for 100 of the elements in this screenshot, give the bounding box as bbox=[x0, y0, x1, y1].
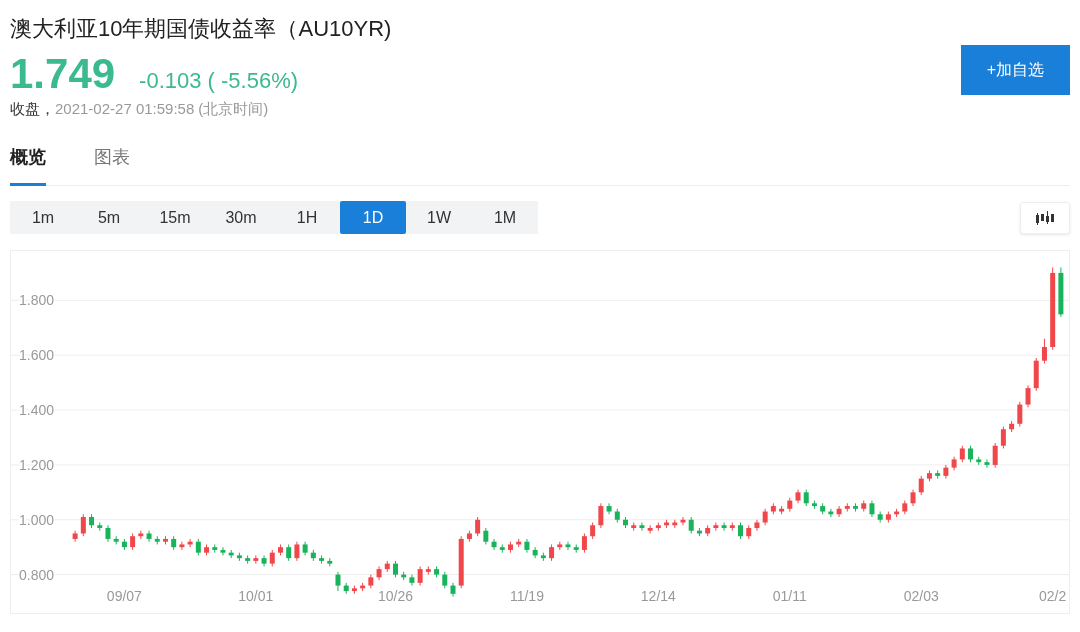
candlestick bbox=[162, 535, 168, 545]
page-title: 澳大利亚10年期国债收益率（AU10YR) bbox=[10, 15, 392, 43]
candlestick bbox=[80, 513, 86, 537]
candlestick bbox=[425, 565, 431, 576]
candlestick bbox=[458, 535, 464, 589]
candlestick bbox=[236, 552, 242, 562]
candlestick bbox=[680, 516, 686, 526]
price: 1.749 bbox=[10, 50, 116, 98]
candlestick bbox=[343, 582, 349, 595]
axis-label: 02/03 bbox=[903, 588, 939, 604]
candlestick bbox=[466, 530, 472, 543]
candlestick bbox=[401, 571, 407, 581]
candlestick bbox=[269, 549, 275, 567]
candlestick bbox=[902, 500, 908, 515]
candlestick bbox=[294, 541, 300, 562]
period-button[interactable]: 15m bbox=[142, 201, 208, 234]
candlestick bbox=[89, 513, 95, 529]
candlestick bbox=[557, 541, 563, 551]
candlestick bbox=[631, 522, 637, 532]
candlestick bbox=[434, 565, 440, 578]
axis-label: 02/2 bbox=[1039, 588, 1067, 604]
candlestick bbox=[721, 522, 727, 532]
candlestick bbox=[195, 538, 201, 556]
candlestick bbox=[409, 574, 415, 587]
candlestick bbox=[204, 543, 210, 556]
tab[interactable]: 图表 bbox=[94, 139, 130, 186]
candlestick bbox=[959, 445, 965, 463]
candlestick bbox=[639, 522, 645, 532]
candlestick bbox=[549, 543, 555, 562]
candlestick bbox=[212, 543, 218, 554]
axis-label: 1.400 bbox=[19, 402, 55, 419]
candlestick bbox=[647, 524, 653, 534]
candlestick bbox=[787, 497, 793, 513]
candlestick bbox=[368, 574, 374, 589]
status-label: 收盘， bbox=[10, 100, 55, 119]
candlestick bbox=[384, 560, 390, 573]
candlestick bbox=[918, 475, 924, 496]
candlestick bbox=[376, 565, 382, 581]
candlestick bbox=[540, 552, 546, 562]
candlestick bbox=[475, 516, 481, 537]
period-button[interactable]: 1W bbox=[406, 201, 472, 234]
axis-label: 10/01 bbox=[238, 588, 274, 604]
candlestick bbox=[655, 522, 661, 532]
candlestick bbox=[310, 549, 316, 562]
candlestick bbox=[261, 554, 267, 567]
period-button[interactable]: 5m bbox=[76, 201, 142, 234]
candlestick bbox=[187, 538, 193, 548]
candlestick bbox=[97, 522, 103, 532]
candlestick bbox=[1017, 401, 1023, 427]
candlestick bbox=[130, 532, 136, 551]
candlestick bbox=[278, 543, 283, 556]
period-button[interactable]: 1D bbox=[340, 201, 406, 234]
period-button[interactable]: 1H bbox=[274, 201, 340, 234]
candlestick bbox=[828, 508, 834, 518]
candlestick bbox=[442, 571, 448, 589]
axis-label: 1.600 bbox=[19, 347, 55, 364]
chart-type-button[interactable] bbox=[1020, 201, 1070, 234]
candlestick bbox=[154, 535, 160, 545]
candlestick bbox=[746, 524, 752, 540]
candlestick bbox=[179, 541, 185, 551]
axis-label: 1.200 bbox=[19, 456, 55, 473]
axis-label: 1.000 bbox=[19, 511, 55, 528]
candlestick bbox=[171, 535, 177, 551]
candlestick bbox=[943, 464, 949, 480]
candlestick bbox=[450, 582, 456, 598]
candlestick bbox=[623, 516, 628, 529]
candlestick bbox=[992, 442, 998, 469]
candlestick bbox=[877, 511, 883, 523]
candlestick bbox=[1000, 426, 1006, 449]
add-watchlist-button[interactable]: +加自选 bbox=[961, 45, 1070, 95]
candlestick bbox=[565, 541, 571, 551]
candlestick bbox=[696, 527, 702, 537]
candlestick bbox=[820, 502, 826, 515]
period-button[interactable]: 1M bbox=[472, 201, 538, 234]
candlestick bbox=[105, 524, 111, 543]
candlestick bbox=[524, 538, 530, 554]
axis-label: 0.800 bbox=[19, 566, 55, 583]
candlestick bbox=[138, 530, 144, 540]
candlestick bbox=[319, 554, 325, 565]
candlestick bbox=[738, 522, 743, 540]
candlestick bbox=[286, 543, 292, 562]
candlestick bbox=[327, 557, 333, 567]
period-button[interactable]: 1m bbox=[10, 201, 76, 234]
candlestick bbox=[976, 456, 982, 466]
candlestick bbox=[483, 527, 489, 545]
tab[interactable]: 概览 bbox=[10, 139, 46, 186]
candlestick bbox=[664, 519, 670, 529]
candlestick bbox=[672, 519, 678, 529]
candlestick bbox=[894, 508, 900, 518]
candlestick bbox=[393, 560, 398, 578]
candlestick bbox=[113, 535, 119, 545]
candlestick bbox=[926, 469, 932, 482]
candlestick bbox=[910, 489, 916, 507]
candlestick bbox=[228, 549, 234, 559]
candlestick bbox=[853, 502, 858, 513]
candlestick bbox=[811, 500, 817, 510]
candlestick bbox=[360, 582, 366, 592]
axis-label: 12/14 bbox=[640, 588, 676, 604]
candlestick bbox=[1041, 338, 1047, 364]
period-button[interactable]: 30m bbox=[208, 201, 274, 234]
